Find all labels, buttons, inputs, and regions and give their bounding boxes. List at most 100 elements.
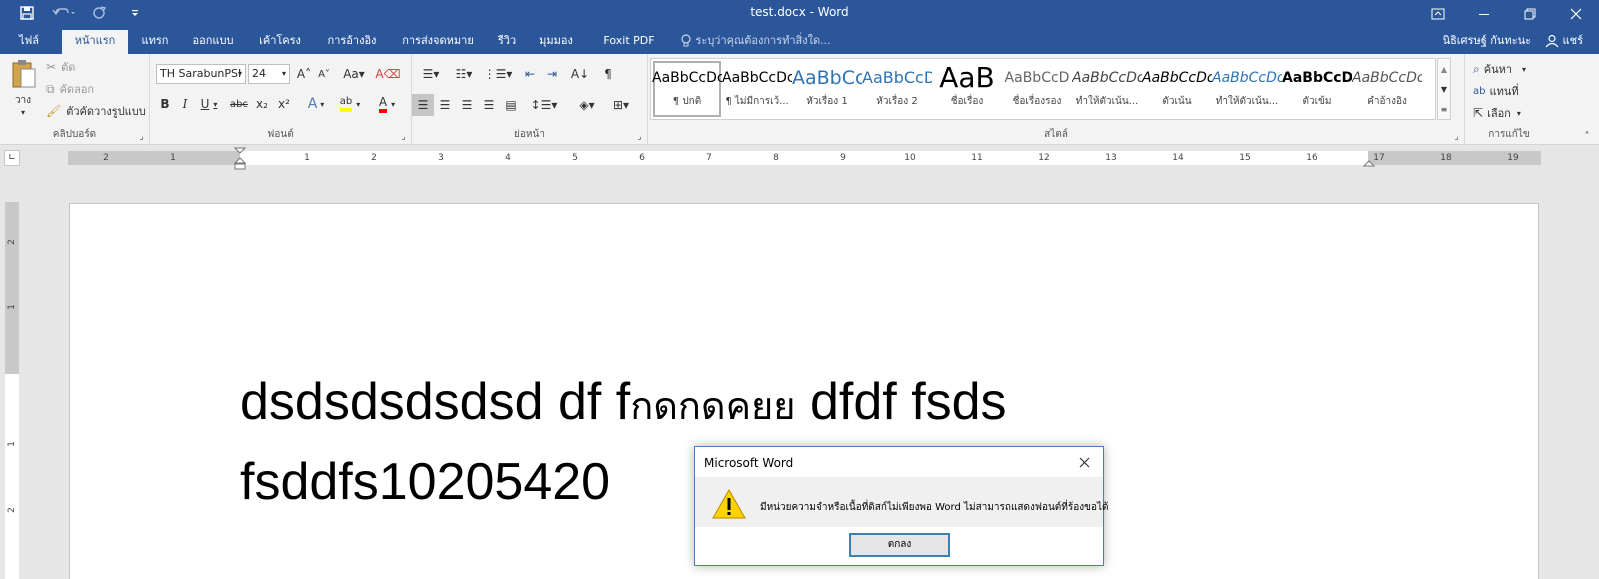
vertical-ruler-tick-label: 2: [7, 507, 17, 513]
right-indent-marker[interactable]: [1362, 157, 1376, 170]
select-button[interactable]: ⇱ เลือก ▾: [1473, 104, 1521, 122]
style-intense-emphasis[interactable]: AaBbCcDc ทำให้ตัวเน้น...: [1212, 62, 1282, 120]
tab-file[interactable]: ไฟล์: [8, 30, 50, 54]
shading-button[interactable]: ◈▾: [572, 94, 602, 116]
style-preview: AaBbCcDc: [652, 70, 722, 86]
chevron-up-icon[interactable]: ▲: [1438, 59, 1450, 79]
tab-insert[interactable]: แทรก: [136, 30, 174, 54]
line-spacing-button[interactable]: ↕☰▾: [528, 94, 560, 116]
align-left-button[interactable]: ☰: [412, 94, 434, 116]
line-spacing-icon: ↕☰▾: [530, 98, 558, 112]
styles-group-label: สไตล์: [1044, 129, 1068, 140]
horizontal-ruler[interactable]: 2 1 1 2 3 4 5 6 7 8 9 10 11 12 13 14 15 16 17 18 19: [68, 147, 1541, 170]
text-effects-button[interactable]: A ▾: [302, 94, 330, 114]
style-quote[interactable]: AaBbCcDc คำอ้างอิง: [1352, 62, 1422, 120]
document-line-2[interactable]: fsddfs10205420: [240, 452, 610, 512]
style-no-spacing[interactable]: AaBbCcDc ¶ ไม่มีการเว้...: [722, 62, 792, 120]
close-window-button[interactable]: [1553, 0, 1599, 27]
style-preview: AaBbCcDc: [1212, 70, 1282, 86]
cut-button[interactable]: ✂ ตัด: [46, 58, 75, 76]
underline-button[interactable]: U ▾: [196, 94, 222, 114]
clipboard-group: วาง ▾ ✂ ตัด ⧉ คัดลอก 🖌 ตัวคัดวางรูปแบบ ค…: [0, 54, 150, 145]
ok-button[interactable]: ตกลง: [849, 533, 950, 557]
style-heading-2[interactable]: AaBbCcD หัวเรื่อง 2: [862, 62, 932, 120]
styles-dialog-launcher[interactable]: ⌟: [1452, 132, 1461, 141]
chevron-down-icon[interactable]: ▼: [1438, 79, 1450, 99]
change-case-button[interactable]: Aa▾: [338, 64, 370, 84]
decrease-indent-button[interactable]: ⇤: [520, 64, 540, 84]
share-button[interactable]: แชร์: [1545, 30, 1583, 52]
collapse-ribbon-button[interactable]: ˄: [1580, 130, 1594, 142]
ruler-tick-label: 4: [505, 153, 511, 163]
tab-layout[interactable]: เค้าโครง: [252, 30, 308, 54]
more-styles-icon[interactable]: ≡: [1438, 99, 1450, 119]
paste-button[interactable]: วาง ▾: [8, 58, 38, 118]
show-formatting-button[interactable]: ¶: [598, 64, 618, 84]
bullets-button[interactable]: ☰▾: [416, 64, 446, 84]
dialog-close-button[interactable]: [1073, 451, 1095, 473]
tab-home[interactable]: หน้าแรก: [62, 30, 128, 54]
clipboard-dialog-launcher[interactable]: ⌟: [137, 132, 146, 141]
italic-button[interactable]: I: [176, 94, 194, 114]
document-line-1[interactable]: dsdsdsdsdsd df fกดกดคยย dfdf fsds: [240, 372, 1007, 436]
numbered-list-icon: ☷▾: [455, 67, 473, 81]
tab-mailings[interactable]: การส่งจดหมาย: [396, 30, 480, 54]
minimize-button[interactable]: [1461, 0, 1507, 27]
user-name[interactable]: นิธิเศรษฐ์ กันทะนะ: [1443, 30, 1531, 52]
tell-me-box[interactable]: ระบุว่าคุณต้องการทำสิ่งใด...: [680, 30, 831, 52]
user-area: นิธิเศรษฐ์ กันทะนะ แชร์: [1443, 30, 1583, 52]
distributed-button[interactable]: ▤: [500, 94, 522, 116]
paragraph-group-label: ย่อหน้า: [514, 129, 545, 140]
strikethrough-button[interactable]: abc: [228, 94, 250, 114]
format-painter-button[interactable]: 🖌 ตัวคัดวางรูปแบบ: [46, 102, 146, 120]
font-size-box[interactable]: 24 ▾: [248, 64, 290, 84]
style-subtitle[interactable]: AaBbCcD ชื่อเรื่องรอง: [1002, 62, 1072, 120]
tab-references[interactable]: การอ้างอิง: [322, 30, 382, 54]
style-subtle-emphasis[interactable]: AaBbCcDc ทำให้ตัวเน้น...: [1072, 62, 1142, 120]
grow-font-button[interactable]: A˄: [294, 64, 314, 84]
chevron-down-icon: ▾: [237, 69, 242, 78]
style-emphasis[interactable]: AaBbCcDc ตัวเน้น: [1142, 62, 1212, 120]
style-title[interactable]: AaB ชื่อเรื่อง: [932, 62, 1002, 120]
numbering-button[interactable]: ☷▾: [448, 64, 480, 84]
clear-formatting-button[interactable]: A⌫: [375, 64, 400, 84]
font-group-label: ฟอนต์: [267, 129, 294, 140]
paragraph-dialog-launcher[interactable]: ⌟: [635, 132, 644, 141]
shrink-font-button[interactable]: A˅: [314, 64, 334, 84]
find-button[interactable]: ⌕ ค้นหา ▾: [1473, 60, 1526, 78]
multilevel-list-button[interactable]: ⋮☰▾: [482, 64, 514, 84]
borders-button[interactable]: ⊞▾: [606, 94, 636, 116]
tab-view[interactable]: มุมมอง: [534, 30, 578, 54]
superscript-button[interactable]: x²: [274, 94, 294, 114]
highlight-button[interactable]: ab ▾: [334, 94, 366, 114]
align-right-button[interactable]: ☰: [456, 94, 478, 116]
font-color-button[interactable]: A ▾: [372, 94, 402, 114]
chevron-down-icon: ▾: [320, 99, 325, 109]
tab-review[interactable]: รีวิว: [494, 30, 520, 54]
subscript-button[interactable]: x₂: [252, 94, 272, 114]
sort-button[interactable]: A↓: [570, 64, 590, 84]
align-center-button[interactable]: ☰: [434, 94, 456, 116]
tab-selector-button[interactable]: ∟: [4, 150, 20, 166]
style-heading-1[interactable]: AaBbCc หัวเรื่อง 1: [792, 62, 862, 120]
style-strong[interactable]: AaBbCcDc ตัวเข้ม: [1282, 62, 1352, 120]
strikethrough-icon: abc: [230, 98, 248, 110]
font-name-box[interactable]: TH SarabunPSI ▾: [156, 64, 246, 84]
chevron-down-icon: ▾: [356, 99, 361, 109]
justify-button[interactable]: ☰: [478, 94, 500, 116]
font-dialog-launcher[interactable]: ⌟: [399, 132, 408, 141]
first-line-indent-marker[interactable]: [233, 147, 247, 174]
tab-design[interactable]: ออกแบบ: [186, 30, 240, 54]
ribbon-display-options-button[interactable]: [1415, 0, 1461, 27]
justify-icon: ☰: [483, 98, 495, 112]
warning-icon: [712, 488, 746, 522]
style-normal[interactable]: AaBbCcDc ¶ ปกติ: [652, 62, 722, 120]
replace-button[interactable]: ab แทนที่: [1473, 82, 1519, 100]
vertical-ruler[interactable]: 2 1 1 2: [5, 202, 19, 579]
bold-button[interactable]: B: [156, 94, 174, 114]
tab-foxit-pdf[interactable]: Foxit PDF: [596, 30, 662, 54]
editing-group: ⌕ ค้นหา ▾ ab แทนที่ ⇱ เลือก ▾ การแก้ไข: [1465, 54, 1553, 145]
copy-button[interactable]: ⧉ คัดลอก: [46, 80, 94, 98]
increase-indent-button[interactable]: ⇥: [542, 64, 562, 84]
restore-button[interactable]: [1507, 0, 1553, 27]
